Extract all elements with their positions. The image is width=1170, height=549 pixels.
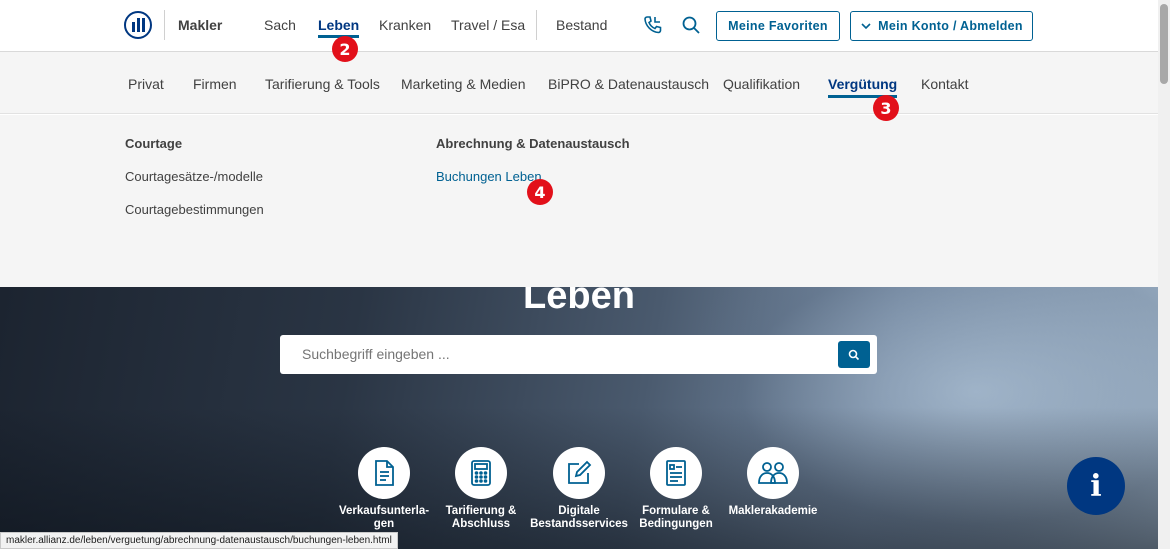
mega-menu-dropdown: Courtage Courtagesätze-/modelle Courtage… — [0, 115, 1158, 287]
divider — [536, 10, 537, 40]
topnav-leben[interactable]: Leben — [318, 17, 360, 38]
topnav-bestand[interactable]: Bestand — [556, 17, 607, 33]
tile-label: Tarifierung & Abschluss — [445, 505, 517, 530]
page-title: Leben — [523, 287, 635, 317]
step-badge: 3 — [873, 95, 899, 121]
subnav-privat[interactable]: Privat — [128, 76, 164, 92]
subnav-bipro-datenaustausch[interactable]: BiPRO & Datenaustausch — [548, 76, 709, 92]
search-icon — [848, 349, 860, 360]
search-icon[interactable] — [680, 14, 702, 36]
info-button[interactable]: i — [1067, 457, 1125, 515]
menu-link-buchungen-leben[interactable]: Buchungen Leben — [436, 169, 542, 184]
tile-label: Formulare & Bedingungen — [639, 505, 713, 530]
step-badge: 4 — [527, 179, 553, 205]
allianz-logo-icon[interactable] — [124, 11, 152, 39]
subnav-marketing-medien[interactable]: Marketing & Medien — [401, 76, 526, 92]
scrollbar-thumb[interactable] — [1160, 4, 1168, 84]
search-input[interactable] — [302, 346, 802, 362]
tile-tarifierung-abschluss[interactable]: Tarifierung & Abschluss — [426, 447, 536, 531]
tile-verkaufsunterlagen[interactable]: Verkaufsunterla- gen — [329, 447, 439, 531]
subnav-kontakt[interactable]: Kontakt — [921, 76, 968, 92]
document-icon — [375, 460, 394, 486]
subnav-verguetung[interactable]: Vergütung — [828, 76, 898, 98]
account-button-label: Mein Konto / Abmelden — [878, 19, 1023, 33]
favorites-button[interactable]: Meine Favoriten — [716, 11, 840, 41]
subnav-firmen[interactable]: Firmen — [193, 76, 237, 92]
step-badge: 2 — [332, 36, 358, 62]
top-navigation-bar: Makler Sach Leben Kranken Travel / Esa B… — [0, 0, 1158, 52]
menu-link-courtagesaetze[interactable]: Courtagesätze-/modelle — [125, 169, 263, 184]
tile-label: Verkaufsunterla- gen — [338, 505, 430, 530]
vertical-scrollbar[interactable] — [1158, 0, 1170, 549]
brand-label: Makler — [178, 17, 223, 33]
tile-label: Digitale Bestandsservices — [530, 505, 628, 530]
phone-icon[interactable] — [642, 14, 664, 36]
topnav-kranken[interactable]: Kranken — [379, 17, 431, 33]
menu-heading-courtage: Courtage — [125, 136, 183, 151]
topnav-travel-esa[interactable]: Travel / Esa — [451, 17, 525, 33]
sub-navigation: Privat Firmen Tarifierung & Tools Market… — [0, 52, 1158, 114]
tile-formulare-bedingungen[interactable]: Formulare & Bedingungen — [621, 447, 731, 531]
link-status-bar: makler.allianz.de/leben/verguetung/abrec… — [0, 532, 398, 549]
menu-link-courtagebestimmungen[interactable]: Courtagebestimmungen — [125, 202, 264, 217]
tile-maklerakademie[interactable]: Maklerakademie — [718, 447, 828, 518]
tile-digitale-bestandsservices[interactable]: Digitale Bestandsservices — [524, 447, 634, 531]
account-button[interactable]: Mein Konto / Abmelden — [850, 11, 1033, 41]
form-icon — [666, 460, 686, 486]
hero-section: Leben Verkaufsunterla- gen Tari — [0, 287, 1158, 549]
edit-icon — [568, 460, 592, 484]
divider — [164, 10, 165, 40]
calculator-icon — [471, 460, 491, 486]
search-button[interactable] — [838, 341, 870, 368]
chevron-down-icon — [861, 23, 871, 30]
people-icon — [758, 462, 788, 484]
topnav-sach[interactable]: Sach — [264, 17, 296, 33]
subnav-qualifikation[interactable]: Qualifikation — [723, 76, 800, 92]
tile-label: Maklerakademie — [728, 505, 818, 517]
search-bar — [280, 335, 877, 374]
menu-heading-abrechnung: Abrechnung & Datenaustausch — [436, 136, 630, 151]
subnav-tarifierung-tools[interactable]: Tarifierung & Tools — [265, 76, 380, 92]
